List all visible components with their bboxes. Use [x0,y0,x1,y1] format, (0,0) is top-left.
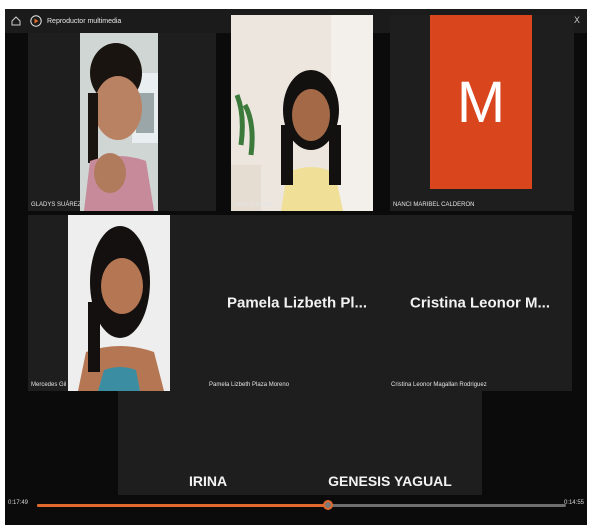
participant-name: Malena Morán [234,202,273,208]
participant-tile-genesis: GENESIS YAGUAL [298,391,482,495]
participant-tile-cristina: Cristina Leonor M... Cristina Leonor Mag… [388,215,572,391]
total-time: 0:14:55 [563,500,584,506]
media-player-window: Reproductor multimedia – ▫ X GLADYS SUÁR… [5,9,587,525]
participant-display-name: IRINA [188,473,228,489]
window-title: Reproductor multimedia [47,17,122,25]
participant-video [231,15,373,211]
home-icon[interactable] [8,13,24,29]
participant-name: Pamela Lizbeth Plaza Moreno [209,382,290,388]
media-player-icon [30,15,42,27]
seek-bar[interactable] [37,500,566,510]
playback-bar: 0:17:49 0:14:55 [5,497,587,513]
participant-video [68,215,170,391]
participant-display-name: Pamela Lizbeth Pl... [226,294,368,312]
participant-name: Mercedes Gil [31,382,67,388]
participant-name: GLADYS SUÁREZ [31,202,82,208]
participant-display-name: Cristina Leonor M... [409,294,550,312]
participant-tile-malena: Malena Morán [231,15,373,211]
avatar-initial: M [456,69,506,135]
avatar: M [430,15,532,189]
participant-name: NANCI MARIBEL CALDERON [393,202,475,208]
elapsed-time: 0:17:49 [8,500,29,506]
participant-tile-irina: IRINA [118,391,298,495]
participant-tile-pamela: Pamela Lizbeth Pl... Pamela Lizbeth Plaz… [206,215,388,391]
seek-handle[interactable] [322,500,333,510]
participant-name: Cristina Leonor Magallan Rodriguez [391,382,487,388]
participant-display-name: GENESIS YAGUAL [328,473,452,489]
seek-bar-progress [37,504,328,507]
participant-tile-gladys: GLADYS SUÁREZ [28,33,216,211]
participant-tile-mercedes: Mercedes Gil [28,215,216,391]
participant-video [80,33,158,211]
participant-tile-nanci: M NANCI MARIBEL CALDERON [390,15,574,211]
